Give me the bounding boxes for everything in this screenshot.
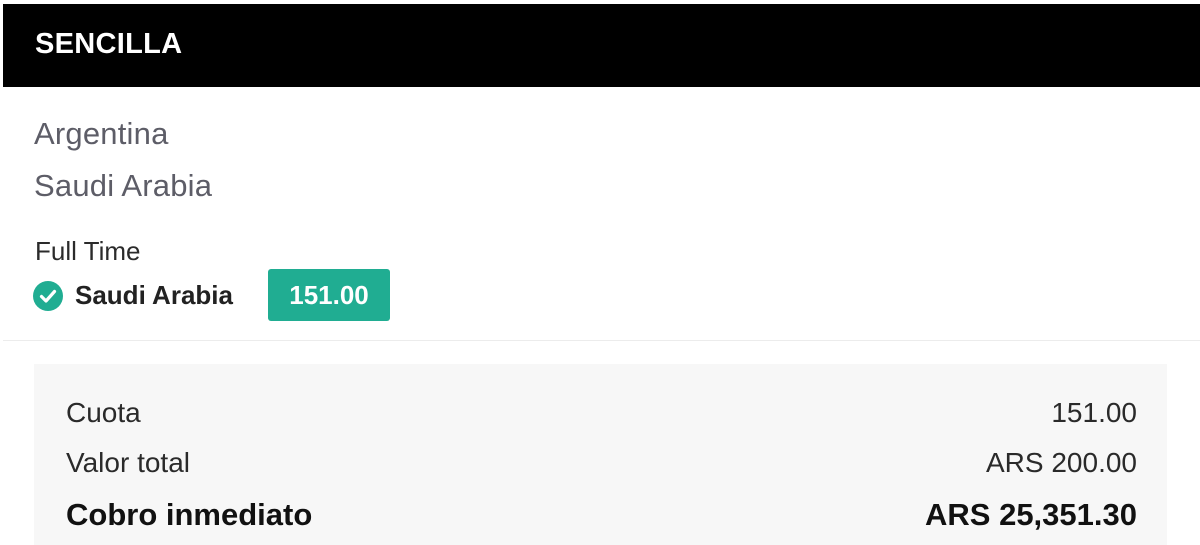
divider — [3, 340, 1200, 341]
bet-type-header: SENCILLA — [3, 4, 1200, 87]
team-home: Argentina — [34, 116, 169, 151]
summary-odds-row: Cuota 151.00 — [66, 397, 1137, 437]
selection-name: Saudi Arabia — [75, 280, 233, 310]
bet-type-label: SENCILLA — [35, 28, 183, 60]
odds-label: Cuota — [66, 397, 141, 428]
payout-value: ARS 25,351.30 — [925, 497, 1137, 532]
check-circle-icon — [33, 281, 63, 311]
total-value: ARS 200.00 — [986, 447, 1137, 478]
summary-total-row: Valor total ARS 200.00 — [66, 447, 1137, 487]
bet-card: SENCILLA Argentina Saudi Arabia Full Tim… — [3, 4, 1200, 545]
payout-label: Cobro inmediato — [66, 497, 313, 532]
market-label: Full Time — [35, 236, 141, 266]
bet-summary: Cuota 151.00 Valor total ARS 200.00 Cobr… — [34, 364, 1167, 545]
total-label: Valor total — [66, 447, 190, 478]
odds-badge: 151.00 — [268, 269, 390, 321]
team-away: Saudi Arabia — [34, 168, 213, 203]
summary-payout-row: Cobro inmediato ARS 25,351.30 — [66, 497, 1137, 537]
odds-value: 151.00 — [1051, 397, 1137, 428]
